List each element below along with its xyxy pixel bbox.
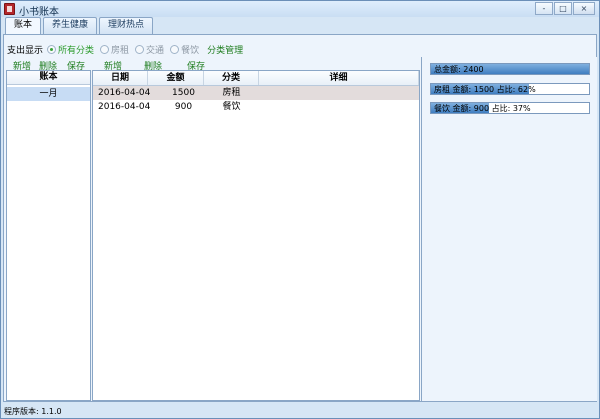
ledger-list-header: 账本 — [7, 71, 90, 85]
total-progress-bar: 总金额: 2400 — [430, 63, 590, 75]
app-window: 小书账本 - □ × 账本 养生健康 理财热点 支出显示 所有分类 房租 交通 … — [0, 0, 600, 419]
window-title: 小书账本 — [19, 7, 59, 18]
table-row[interactable]: 2016-04-04 1500 房租 — [93, 86, 419, 100]
cell-category: 餐饮 — [222, 102, 241, 112]
radio-dot-icon — [47, 44, 57, 54]
entries-grid: 日期 金额 分类 详细 2016-04-04 1500 房租 2016-04-0… — [92, 70, 420, 401]
cell-date: 2016-04-04 — [98, 102, 151, 112]
radio-all-categories[interactable]: 所有分类 — [47, 43, 94, 56]
window-controls: - □ × — [535, 2, 595, 15]
column-amount[interactable]: 金额 — [148, 71, 204, 85]
tab-finance[interactable]: 理财热点 — [99, 17, 154, 34]
dining-progress-bar: 餐饮 金额: 900 占比: 37% — [430, 102, 590, 114]
cell-detail — [259, 86, 419, 100]
cell-amount: 900 — [174, 102, 193, 112]
ledger-list: 账本 一月 — [6, 70, 91, 401]
cell-amount: 1500 — [172, 88, 195, 98]
radio-label: 所有分类 — [58, 45, 95, 56]
ledger-item-january[interactable]: 一月 — [7, 87, 90, 101]
radio-dot-icon — [100, 44, 110, 54]
radio-dot-icon — [135, 44, 145, 54]
filter-label: 支出显示 — [7, 45, 44, 56]
cell-detail — [259, 100, 419, 114]
radio-rent[interactable]: 房租 — [100, 43, 129, 56]
column-category[interactable]: 分类 — [204, 71, 259, 85]
radio-label: 餐饮 — [181, 45, 200, 56]
cell-category: 房租 — [222, 88, 241, 98]
maximize-button[interactable]: □ — [554, 2, 572, 15]
table-row[interactable]: 2016-04-04 900 餐饮 — [93, 100, 419, 114]
minimize-button[interactable]: - — [535, 2, 553, 15]
status-bar: 程序版本: 1.1.0 — [1, 404, 599, 418]
column-date[interactable]: 日期 — [93, 71, 148, 85]
rent-progress-bar: 房租 金额: 1500 占比: 62% — [430, 83, 590, 95]
filter-row: 支出显示 所有分类 房租 交通 餐饮 分类管理 — [7, 43, 243, 56]
column-detail[interactable]: 详细 — [259, 71, 419, 85]
progress-label: 房租 金额: 1500 占比: 62% — [434, 85, 536, 94]
version-text: 程序版本: 1.1.0 — [4, 407, 62, 416]
radio-dining[interactable]: 餐饮 — [170, 43, 199, 56]
radio-transport[interactable]: 交通 — [135, 43, 164, 56]
progress-label: 餐饮 金额: 900 占比: 37% — [434, 104, 531, 113]
radio-dot-icon — [170, 44, 180, 54]
close-button[interactable]: × — [573, 2, 595, 15]
cell-date: 2016-04-04 — [98, 88, 151, 98]
title-bar: 小书账本 - □ × — [1, 1, 599, 18]
radio-label: 交通 — [146, 45, 165, 56]
radio-label: 房租 — [111, 45, 130, 56]
tab-health[interactable]: 养生健康 — [43, 17, 98, 34]
ledger-app-icon — [4, 3, 15, 15]
grid-header: 日期 金额 分类 详细 — [93, 71, 419, 86]
stats-panel: 总金额: 2400 房租 金额: 1500 占比: 62% 餐饮 金额: 900… — [421, 57, 597, 401]
category-manage-link[interactable]: 分类管理 — [207, 43, 243, 56]
progress-label: 总金额: 2400 — [434, 65, 484, 74]
tab-strip: 账本 养生健康 理财热点 — [5, 17, 154, 36]
